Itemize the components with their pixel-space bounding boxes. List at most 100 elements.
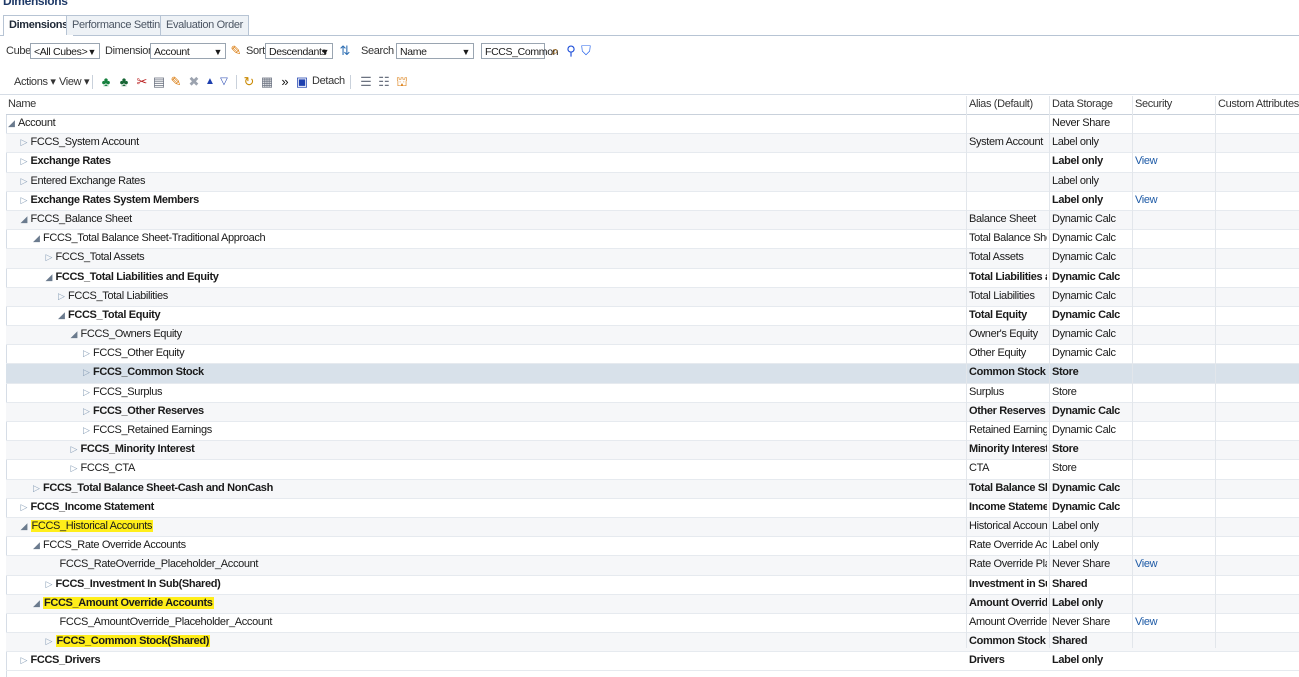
table-row[interactable]: ▷ FCCS_Drivers Drivers Label only xyxy=(6,652,1299,672)
member-name-cell[interactable]: ▷ FCCS_Investment In Sub(Shared) xyxy=(6,578,1001,590)
member-name-cell[interactable]: ▷ FCCS_Income Statement xyxy=(6,501,976,513)
member-name-cell[interactable]: ◢ FCCS_Rate Override Accounts xyxy=(6,539,988,551)
table-row[interactable]: ◢ FCCS_Owners Equity Owner's Equity Dynamic… xyxy=(6,326,1299,346)
more-icon[interactable]: » xyxy=(277,74,293,90)
search-field-select[interactable]: Name ▼ xyxy=(396,43,474,59)
table-row[interactable]: ▷ FCCS_Total Assets Total Assets Dynamic Ca… xyxy=(6,249,1299,269)
edit-icon[interactable]: ✎ xyxy=(168,74,184,90)
table-row[interactable]: ◢ FCCS_Total Equity Total Equity Dynamic Ca… xyxy=(6,307,1299,327)
actions-menu[interactable]: Actions ▾ xyxy=(14,75,56,88)
collapse-toggle-icon[interactable]: ◢ xyxy=(21,521,31,532)
expand-toggle-icon[interactable]: ▷ xyxy=(83,367,93,378)
member-name-cell[interactable]: ◢ FCCS_Total Balance Sheet-Traditional Ap… xyxy=(6,232,988,244)
table-row[interactable]: ◢ FCCS_Total Liabilities and Equity Total … xyxy=(6,269,1299,288)
sort-order-icon[interactable]: ⇅ xyxy=(337,43,353,59)
table-row[interactable]: ▷ FCCS_Common Stock(Shared) Common Stock Sh… xyxy=(6,633,1299,653)
member-name-cell[interactable]: ◢ Account xyxy=(6,117,963,129)
expand-toggle-icon[interactable]: ▷ xyxy=(21,655,31,666)
cut-icon[interactable]: ✂ xyxy=(134,74,150,90)
expand-toggle-icon[interactable]: ▷ xyxy=(33,483,43,494)
member-name-cell[interactable]: ▷ FCCS_Other Reserves xyxy=(6,405,1038,417)
member-name-cell[interactable]: ▷ FCCS_Surplus xyxy=(6,386,1038,398)
member-name-cell[interactable]: ▷ FCCS_Other Equity xyxy=(6,347,1038,359)
expand-toggle-icon[interactable]: ▷ xyxy=(46,636,56,647)
sort-select[interactable]: Descendants ▼ xyxy=(265,43,333,59)
paste-icon[interactable]: ▤ xyxy=(151,74,167,90)
refresh-icon[interactable]: ↻ xyxy=(241,74,257,90)
member-name-cell[interactable]: ◢ FCCS_Balance Sheet xyxy=(6,213,976,225)
table-row[interactable]: ▷ FCCS_Other Reserves Other Reserves Dynami… xyxy=(6,402,1299,422)
member-name-cell[interactable]: ▷ Entered Exchange Rates xyxy=(6,175,976,187)
dimension-select[interactable]: Account ▼ xyxy=(150,43,226,59)
expand-toggle-icon[interactable]: ▷ xyxy=(83,348,93,359)
table-row[interactable]: ▷ FCCS_Retained Earnings Retained Earnings… xyxy=(6,422,1299,442)
collapse-toggle-icon[interactable]: ◢ xyxy=(33,233,43,244)
table-row[interactable]: ▷ FCCS_CTA CTA Store xyxy=(6,460,1299,480)
member-name-cell[interactable]: ▷ FCCS_CTA xyxy=(6,462,1026,474)
table-row[interactable]: ▷ FCCS_Total Liabilities Total Liabilities… xyxy=(6,287,1299,307)
export-icon[interactable]: ▦ xyxy=(259,74,275,90)
table-row[interactable]: ◢ FCCS_Total Balance Sheet-Traditional Ap… xyxy=(6,230,1299,250)
column-security[interactable]: Security xyxy=(1135,98,1172,110)
expand-toggle-icon[interactable]: ▷ xyxy=(21,137,31,148)
collapse-toggle-icon[interactable]: ◢ xyxy=(21,214,31,225)
member-name-cell[interactable]: ▷ FCCS_System Account xyxy=(6,136,976,148)
table-row[interactable]: ▷ FCCS_Other Equity Other Equity Dynamic Ca… xyxy=(6,345,1299,365)
table-row[interactable]: ◢ FCCS_Balance Sheet Balance Sheet Dynamic … xyxy=(6,210,1299,231)
member-name-cell[interactable]: ◢ FCCS_Total Liabilities and Equity xyxy=(6,271,1001,283)
expand-toggle-icon[interactable]: ▷ xyxy=(21,502,31,513)
collapse-toggle-icon[interactable]: ◢ xyxy=(71,329,81,340)
column-name[interactable]: Name xyxy=(8,98,36,110)
expand-toggle-icon[interactable]: ▷ xyxy=(71,463,81,474)
expand-toggle-icon[interactable]: ▷ xyxy=(83,387,93,398)
table-row[interactable]: ◢ FCCS_Amount Override Accounts Amount Ove… xyxy=(6,594,1299,614)
cube-select[interactable]: <All Cubes> ▼ xyxy=(30,43,100,59)
detach-button[interactable]: Detach xyxy=(312,75,345,87)
member-name-cell[interactable]: ▷ Exchange Rates xyxy=(6,155,976,167)
table-row[interactable]: ▷ FCCS_Investment In Sub(Shared) Investmen… xyxy=(6,576,1299,595)
filter-icon[interactable]: ⛉ xyxy=(578,43,594,59)
table-row[interactable]: ▷ Entered Exchange Rates Label only xyxy=(6,172,1299,192)
tab-dimensions[interactable]: Dimensions xyxy=(3,15,74,36)
member-name-cell[interactable]: ▷ FCCS_Total Balance Sheet-Cash and NonCa… xyxy=(6,482,988,494)
table-row[interactable]: ◢ FCCS_Rate Override Accounts Rate Overrid… xyxy=(6,537,1299,557)
member-name-cell[interactable]: FCCS_AmountOverride_Placeholder_Account xyxy=(6,616,1001,628)
expand-toggle-icon[interactable]: ▷ xyxy=(46,252,56,263)
member-name-cell[interactable]: ▷ FCCS_Common Stock(Shared) xyxy=(6,635,1001,648)
expand-toggle-icon[interactable]: ▷ xyxy=(71,444,81,455)
member-name-cell[interactable]: ◢ FCCS_Owners Equity xyxy=(6,328,1026,340)
table-row[interactable]: ▷FCCS_Income StatementIncome StatementDy… xyxy=(6,499,1299,518)
expand-all-icon[interactable]: ☷ xyxy=(376,74,392,90)
expand-toggle-icon[interactable]: ▷ xyxy=(21,156,31,167)
member-name-cell[interactable]: ▷ FCCS_Retained Earnings xyxy=(6,424,1038,436)
security-view-link[interactable]: View xyxy=(1135,194,1215,206)
add-child-icon[interactable]: ♣ xyxy=(98,74,114,90)
table-row[interactable]: ▷ Exchange Rates System Members Label only… xyxy=(6,192,1299,211)
member-name-cell[interactable]: ▷ FCCS_Drivers xyxy=(6,654,976,666)
table-row[interactable]: FCCS_AmountOverride_Placeholder_Account A… xyxy=(6,614,1299,634)
search-input[interactable]: FCCS_Common xyxy=(481,43,559,59)
collapse-toggle-icon[interactable]: ◢ xyxy=(8,118,18,129)
security-view-link[interactable]: View xyxy=(1135,558,1215,570)
expand-toggle-icon[interactable]: ▷ xyxy=(58,291,68,302)
column-data-storage[interactable]: Data Storage xyxy=(1052,98,1113,110)
member-name-cell[interactable]: ◢ FCCS_Total Equity xyxy=(6,309,1013,321)
tab-evaluation-order[interactable]: Evaluation Order xyxy=(160,15,249,35)
search-down-icon[interactable]: ⚲ xyxy=(563,43,579,59)
member-name-cell[interactable]: ◢ FCCS_Amount Override Accounts xyxy=(6,596,988,609)
member-name-cell[interactable]: FCCS_RateOverride_Placeholder_Account xyxy=(6,558,1001,570)
member-name-cell[interactable]: ▷ Exchange Rates System Members xyxy=(6,194,976,206)
expand-toggle-icon[interactable]: ▷ xyxy=(21,195,31,206)
column-alias[interactable]: Alias (Default) xyxy=(969,98,1033,110)
delete-icon[interactable]: ✖ xyxy=(186,74,202,90)
expand-toggle-icon[interactable]: ▷ xyxy=(83,425,93,436)
collapse-all-icon[interactable]: ☰ xyxy=(358,74,374,90)
member-name-cell[interactable]: ▷ FCCS_Total Assets xyxy=(6,251,1001,263)
table-row[interactable]: ◢ FCCS_Historical Accounts Historical Acco… xyxy=(6,517,1299,538)
table-row[interactable]: FCCS_RateOverride_Placeholder_Account Rat… xyxy=(6,556,1299,576)
expand-toggle-icon[interactable]: ▷ xyxy=(83,406,93,417)
member-name-cell[interactable]: ▷ FCCS_Total Liabilities xyxy=(6,290,1013,302)
move-down-icon[interactable]: ▽ xyxy=(216,74,232,90)
view-menu[interactable]: View ▾ xyxy=(59,75,89,88)
member-name-cell[interactable]: ▷ FCCS_Common Stock xyxy=(6,366,1038,378)
